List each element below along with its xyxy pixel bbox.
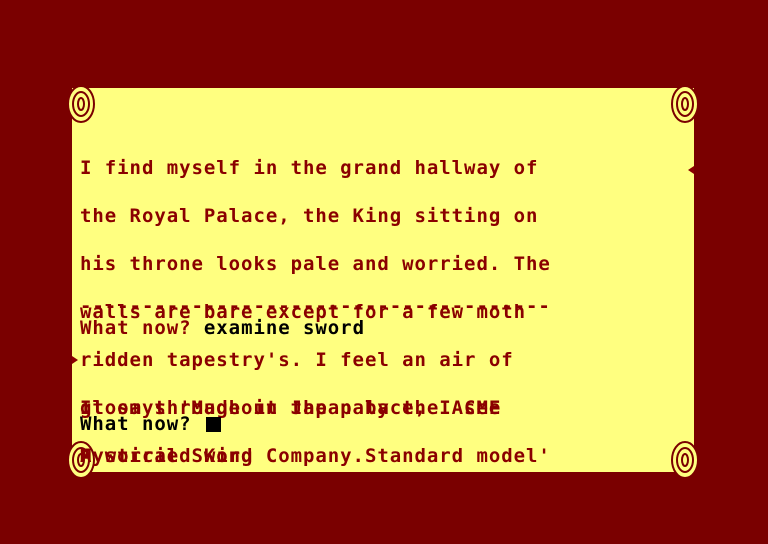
separator-line: -------------------------------------- [80,295,551,317]
command-input-line[interactable]: What now? [80,413,690,435]
description-line: the Royal Palace, the King sitting on [80,205,539,227]
description-line: I find myself in the grand hallway of [80,157,539,179]
scroll-curl-top-right-icon [670,84,700,124]
command-history-line: What now? examine sword [80,317,690,339]
left-margin-marker-icon [72,356,78,364]
scroll-curl-top-left-icon [66,84,96,124]
right-margin-marker-icon [688,166,694,174]
response-line: Mystical Sword Company.Standard model' [80,445,551,467]
description-line: his throne looks pale and worried. The [80,253,551,275]
description-line: ridden tapestry's. I feel an air of [80,349,514,371]
entered-command: examine sword [203,317,365,339]
text-cursor[interactable] [205,417,221,432]
prompt-label: What now? [80,413,192,435]
prompt-label: What now? [80,317,192,339]
